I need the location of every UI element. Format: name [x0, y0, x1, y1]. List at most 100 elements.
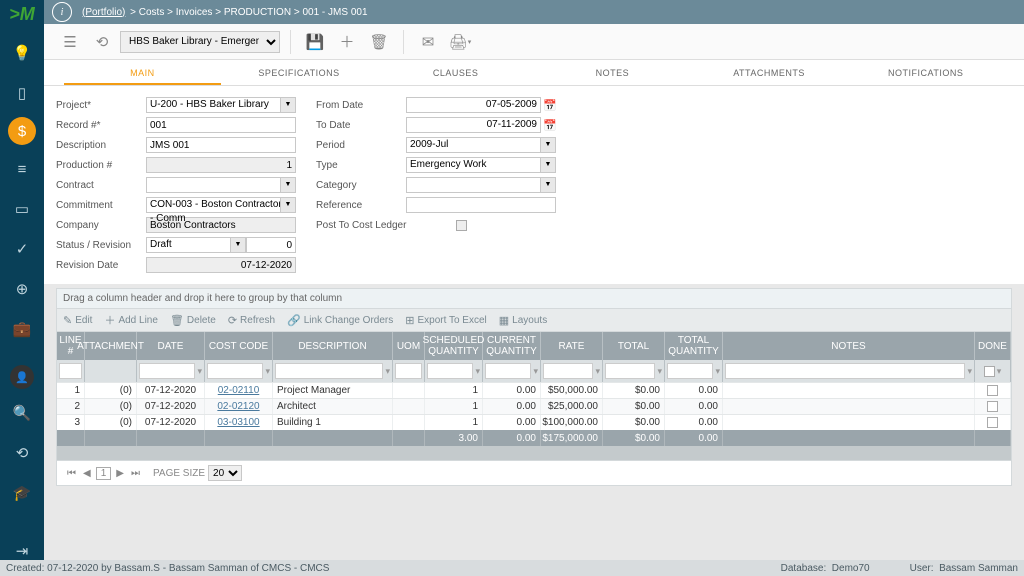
grid-edit-button[interactable]: ✎Edit: [63, 314, 92, 327]
table-row[interactable]: 1(0)07-12-202002-02110Project Manager10.…: [57, 382, 1011, 398]
filter-icon[interactable]: ▾: [533, 366, 538, 377]
table-row[interactable]: 2(0)07-12-202002-02120Architect10.00$25,…: [57, 398, 1011, 414]
filter-icon[interactable]: ▾: [385, 366, 390, 377]
done-checkbox[interactable]: [987, 401, 998, 412]
menu-icon[interactable]: ☰: [56, 29, 84, 55]
filter-date[interactable]: [139, 363, 195, 379]
calendar-icon[interactable]: 📅: [543, 118, 557, 132]
nav-check-icon[interactable]: ✓: [6, 233, 38, 265]
filter-sq[interactable]: [427, 363, 473, 379]
pager-last-icon[interactable]: ⏭: [129, 468, 142, 479]
nav-cost-icon[interactable]: $: [8, 117, 36, 145]
context-selector[interactable]: HBS Baker Library - Emergency Work: [120, 31, 280, 53]
filter-cq[interactable]: [485, 363, 531, 379]
filter-notes[interactable]: [725, 363, 965, 379]
col-description[interactable]: DESCRIPTION: [273, 332, 393, 360]
user-avatar[interactable]: 👤: [10, 365, 34, 389]
filter-icon[interactable]: ▾: [997, 366, 1002, 377]
filter-uom[interactable]: [395, 363, 422, 379]
mail-icon[interactable]: ✉: [414, 29, 442, 55]
grid-delete-button[interactable]: 🗑Delete: [170, 314, 216, 327]
type-select[interactable]: Emergency Work: [406, 157, 556, 173]
col-date[interactable]: DATE: [137, 332, 205, 360]
revision-input[interactable]: [246, 237, 296, 253]
history-icon[interactable]: ⟲: [88, 29, 116, 55]
commitment-select[interactable]: CON-003 - Boston Contractors - Comm: [146, 197, 296, 213]
col-attachment[interactable]: ATTACHMENT: [85, 332, 137, 360]
tab-clauses[interactable]: CLAUSES: [377, 60, 534, 85]
app-logo: M: [9, 4, 35, 25]
col-cost-code[interactable]: COST CODE: [205, 332, 273, 360]
nav-clipboard-icon[interactable]: ▯: [6, 77, 38, 109]
pager-next-icon[interactable]: ▶: [114, 468, 126, 479]
filter-icon[interactable]: ▾: [967, 366, 972, 377]
filter-icon[interactable]: ▾: [475, 366, 480, 377]
record-input[interactable]: [146, 117, 296, 133]
nav-book-icon[interactable]: ▭: [6, 193, 38, 225]
col-current-qty[interactable]: CURRENT QUANTITY: [483, 332, 541, 360]
pagesize-select[interactable]: 20: [208, 465, 242, 481]
grid-export-button[interactable]: ⊞Export To Excel: [405, 314, 487, 327]
group-hint[interactable]: Drag a column header and drop it here to…: [56, 288, 1012, 309]
filter-icon[interactable]: ▾: [197, 366, 202, 377]
nav-history-icon[interactable]: ⟲: [6, 437, 38, 469]
status-select[interactable]: Draft: [146, 237, 246, 253]
grid-refresh-button[interactable]: ⟳Refresh: [228, 314, 275, 327]
nav-search-icon[interactable]: 🔍: [6, 397, 38, 429]
col-uom[interactable]: UOM: [393, 332, 425, 360]
nav-briefcase-icon[interactable]: 💼: [6, 313, 38, 345]
tab-specifications[interactable]: SPECIFICATIONS: [221, 60, 378, 85]
tab-notes[interactable]: NOTES: [534, 60, 691, 85]
add-icon[interactable]: ＋: [333, 29, 361, 55]
period-select[interactable]: 2009-Jul: [406, 137, 556, 153]
tab-main[interactable]: MAIN: [64, 60, 221, 85]
filter-tq[interactable]: [667, 363, 713, 379]
grid-add-button[interactable]: ＋Add Line: [104, 312, 157, 328]
filter-desc[interactable]: [275, 363, 383, 379]
col-scheduled-qty[interactable]: SCHEDULED QUANTITY: [425, 332, 483, 360]
form-panel: Project*U-200 - HBS Baker Library Record…: [44, 86, 1024, 284]
filter-icon[interactable]: ▾: [715, 366, 720, 377]
table-row[interactable]: 3(0)07-12-202003-03100Building 110.00$10…: [57, 414, 1011, 430]
done-checkbox[interactable]: [987, 417, 998, 428]
filter-code[interactable]: [207, 363, 263, 379]
description-input[interactable]: [146, 137, 296, 153]
info-icon[interactable]: i: [52, 2, 72, 22]
col-total[interactable]: TOTAL: [603, 332, 665, 360]
breadcrumb-root[interactable]: (Portfolio): [82, 7, 125, 18]
filter-tot[interactable]: [605, 363, 655, 379]
from-date-input[interactable]: 07-05-2009: [406, 97, 541, 113]
grid-link-button[interactable]: 🔗Link Change Orders: [287, 314, 393, 327]
reference-input[interactable]: [406, 197, 556, 213]
project-label: Project*: [56, 100, 146, 111]
nav-list-icon[interactable]: ≡: [6, 153, 38, 185]
filter-icon[interactable]: ▾: [657, 366, 662, 377]
save-icon[interactable]: 💾: [301, 29, 329, 55]
print-icon[interactable]: 🖨▾: [446, 29, 474, 55]
tab-notifications[interactable]: NOTIFICATIONS: [847, 60, 1004, 85]
col-rate[interactable]: RATE: [541, 332, 603, 360]
tab-attachments[interactable]: ATTACHMENTS: [691, 60, 848, 85]
filter-rate[interactable]: [543, 363, 593, 379]
calendar-icon[interactable]: 📅: [543, 98, 557, 112]
col-done[interactable]: DONE: [975, 332, 1011, 360]
filter-icon[interactable]: ▾: [595, 366, 600, 377]
filter-line[interactable]: [59, 363, 82, 379]
grid-layouts-button[interactable]: ▦Layouts: [499, 314, 547, 327]
grid-scrollbar[interactable]: [57, 446, 1011, 460]
pager-first-icon[interactable]: ⏮: [65, 468, 78, 479]
contract-select[interactable]: [146, 177, 296, 193]
col-total-qty[interactable]: TOTAL QUANTITY: [665, 332, 723, 360]
nav-education-icon[interactable]: 🎓: [6, 477, 38, 509]
done-checkbox[interactable]: [987, 385, 998, 396]
category-select[interactable]: [406, 177, 556, 193]
nav-globe-icon[interactable]: ⊕: [6, 273, 38, 305]
pager-prev-icon[interactable]: ◀: [81, 468, 93, 479]
col-notes[interactable]: NOTES: [723, 332, 975, 360]
nav-idea-icon[interactable]: 💡: [6, 37, 38, 69]
filter-done[interactable]: [984, 366, 995, 377]
delete-icon[interactable]: 🗑: [365, 29, 393, 55]
filter-icon[interactable]: ▾: [265, 366, 270, 377]
to-date-input[interactable]: 07-11-2009: [406, 117, 541, 133]
project-select[interactable]: U-200 - HBS Baker Library: [146, 97, 296, 113]
